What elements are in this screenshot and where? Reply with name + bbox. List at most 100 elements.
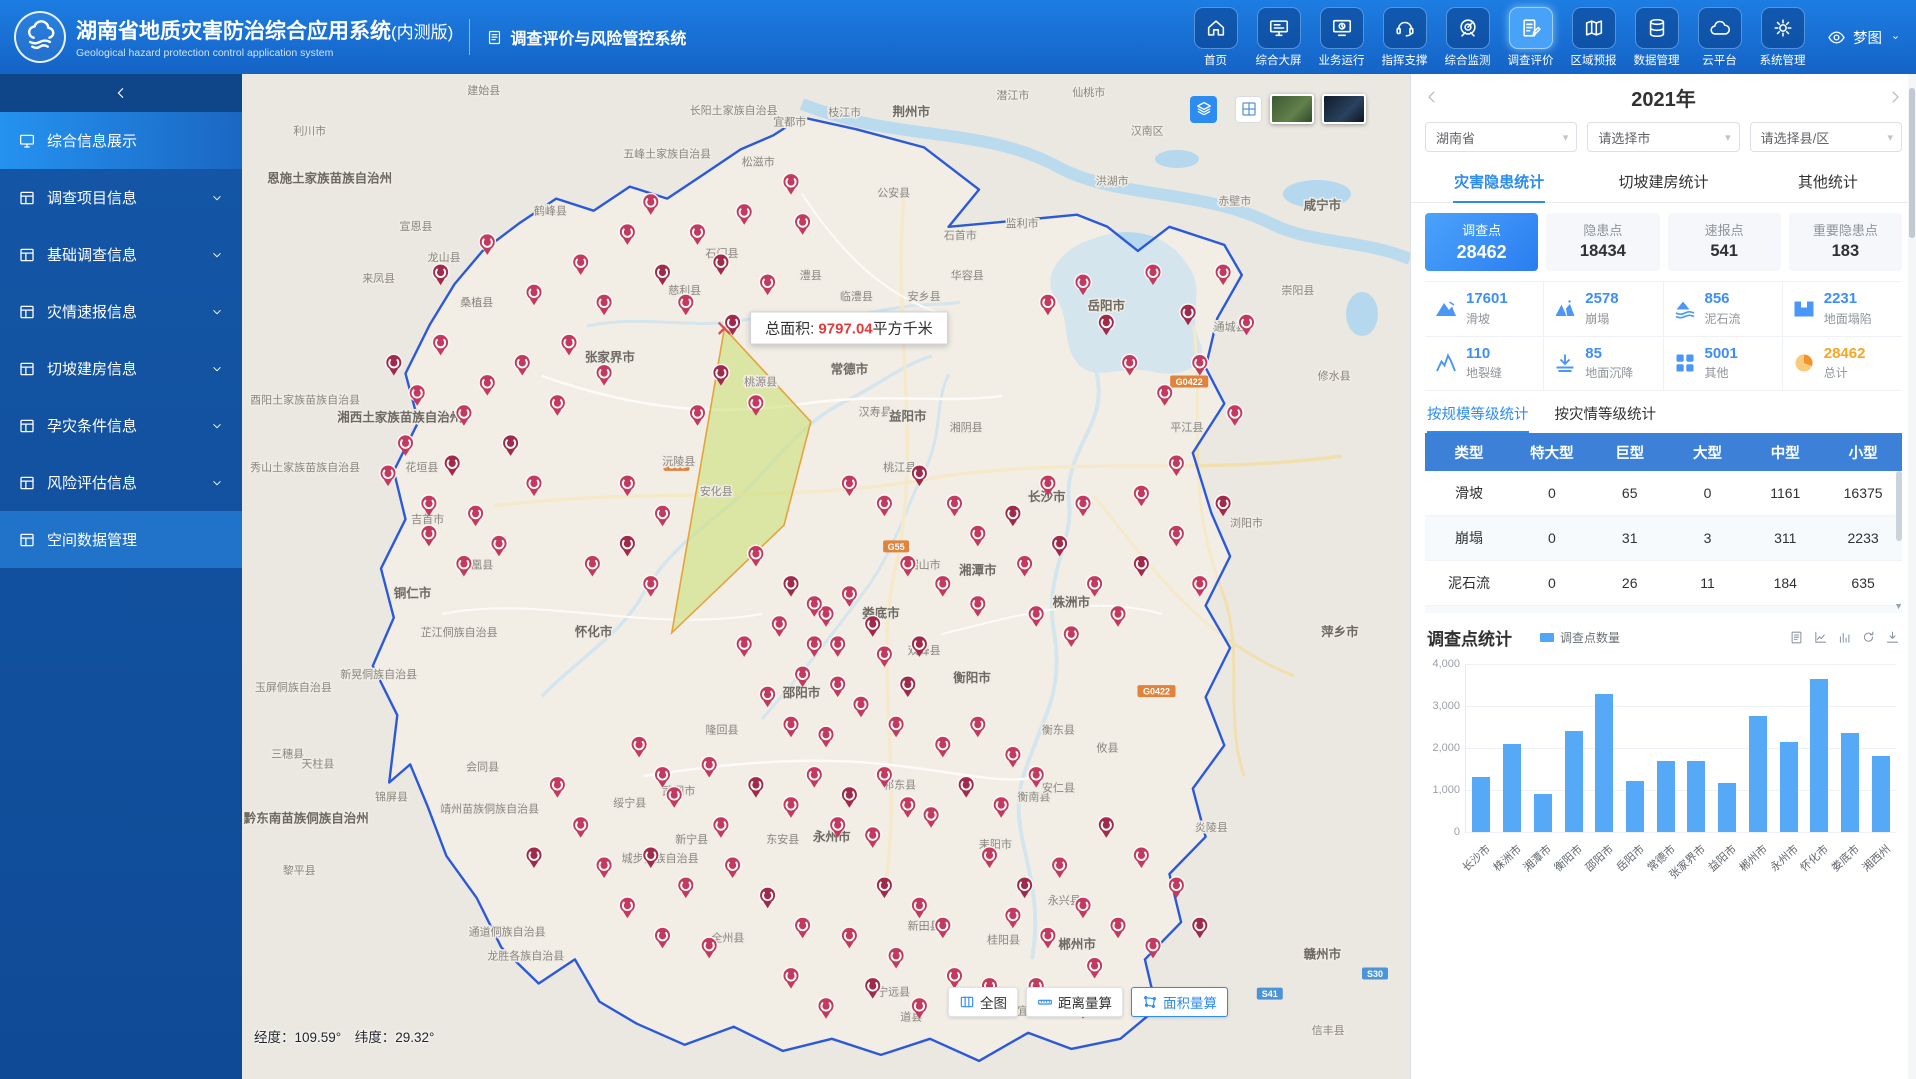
data-view-icon[interactable] — [1789, 630, 1804, 645]
split-view-button[interactable] — [1235, 96, 1262, 123]
type-stat-land-subsidence[interactable]: 85 地面沉降 — [1544, 337, 1663, 391]
collapse-icon — [1553, 297, 1577, 321]
measure-tool-distance[interactable]: 距离量算 — [1026, 987, 1123, 1017]
bar[interactable] — [1657, 761, 1675, 832]
nav-label: 综合监测 — [1439, 52, 1496, 68]
table-row[interactable]: 泥石流02611184635 — [1425, 561, 1902, 606]
legend-label: 调查点数量 — [1560, 629, 1620, 646]
download-icon[interactable] — [1885, 630, 1900, 645]
measure-tool-area[interactable]: 面积量算 — [1131, 987, 1228, 1017]
bar[interactable] — [1565, 731, 1583, 832]
type-stat-debris-flow[interactable]: 856 泥石流 — [1664, 282, 1783, 337]
nav-item-system[interactable]: 系统管理 — [1754, 7, 1811, 68]
basemap-dark-thumbnail[interactable] — [1322, 94, 1366, 124]
map-label: 信丰县 — [1312, 1024, 1345, 1037]
map-label: 宣恩县 — [400, 219, 433, 233]
bar-chart-icon[interactable] — [1837, 630, 1852, 645]
sidebar-item-overview[interactable]: 综合信息展示 — [0, 112, 242, 169]
y-tick: 1,000 — [1432, 784, 1460, 796]
type-stat-ground-fissure[interactable]: 110 地裂缝 — [1425, 337, 1544, 391]
nav-button-survey — [1509, 7, 1553, 49]
tab-hazard-stats[interactable]: 灾害隐患统计 — [1417, 162, 1581, 202]
nav-item-operation[interactable]: 业务运行 — [1313, 7, 1370, 68]
nav-item-cloud[interactable]: 云平台 — [1691, 7, 1748, 68]
bar[interactable] — [1810, 679, 1828, 832]
bar[interactable] — [1472, 777, 1490, 832]
stat-card-quick-report-points[interactable]: 速报点 541 — [1668, 213, 1781, 271]
select-city[interactable]: 请选择市▾ — [1587, 122, 1739, 152]
table-row[interactable]: 崩塌03133112233 — [1425, 516, 1902, 561]
user-menu[interactable]: 梦图 — [1827, 27, 1902, 48]
refresh-icon[interactable] — [1861, 630, 1876, 645]
nav-item-home[interactable]: 首页 — [1187, 7, 1244, 68]
sub-tab-by-scale[interactable]: 按规模等级统计 — [1427, 403, 1529, 433]
bar[interactable] — [1718, 783, 1736, 832]
sidebar-item-basic-survey[interactable]: 基础调查信息 — [0, 226, 242, 283]
stat-card-hidden-points[interactable]: 隐患点 18434 — [1546, 213, 1659, 271]
bar[interactable] — [1595, 694, 1613, 832]
sidebar-item-slope-housing[interactable]: 切坡建房信息 — [0, 340, 242, 397]
nav-item-command[interactable]: 指挥支撑 — [1376, 7, 1433, 68]
tab-other-stats[interactable]: 其他统计 — [1746, 162, 1910, 202]
road-badge: G55 — [883, 540, 909, 552]
map-label: 浏阳市 — [1230, 515, 1263, 529]
nav-item-forecast[interactable]: 区域预报 — [1565, 7, 1622, 68]
map-area[interactable]: G55 G56 G0422 G0422 S41 S30利川市恩施土家族苗族自治州… — [242, 74, 1410, 1079]
type-stat-total[interactable]: 28462 总计 — [1783, 337, 1902, 391]
year-prev-button[interactable] — [1423, 88, 1441, 106]
nav-item-bigscreen[interactable]: 综合大屏 — [1250, 7, 1307, 68]
map-label: 花垣县 — [405, 461, 438, 474]
bar[interactable] — [1872, 756, 1890, 832]
bar[interactable] — [1534, 794, 1552, 832]
map-label: 湘潭市 — [959, 563, 997, 578]
measure-tool-fullmap[interactable]: 全图 — [948, 987, 1018, 1017]
sidebar-item-project-info[interactable]: 调查项目信息 — [0, 169, 242, 226]
type-stat-label: 地裂缝 — [1466, 364, 1502, 381]
nav-item-survey[interactable]: 调查评价 — [1502, 7, 1559, 68]
table-row[interactable]: 地面塌陷07593951752 — [1425, 606, 1902, 614]
type-stat-ground-collapse[interactable]: 2231 地面塌陷 — [1783, 282, 1902, 337]
sidebar-item-disaster-report[interactable]: 灾情速报信息 — [0, 283, 242, 340]
sidebar-item-hazard-condition[interactable]: 孕灾条件信息 — [0, 397, 242, 454]
table-row[interactable]: 滑坡0650116116375 — [1425, 471, 1902, 516]
map-label: 攸县 — [1097, 740, 1119, 754]
panel-scrollbar-thumb[interactable] — [1909, 88, 1915, 238]
sidebar-collapse-button[interactable] — [0, 74, 242, 112]
bar[interactable] — [1503, 744, 1521, 832]
nav-item-monitoring[interactable]: 综合监测 — [1439, 7, 1496, 68]
select-county[interactable]: 请选择县/区▾ — [1750, 122, 1902, 152]
stat-card-important-hidden-points[interactable]: 重要隐患点 183 — [1789, 213, 1902, 271]
nav-item-data[interactable]: 数据管理 — [1628, 7, 1685, 68]
stat-card-survey-points[interactable]: 调查点 28462 — [1425, 213, 1538, 271]
sidebar-item-risk-assessment[interactable]: 风险评估信息 — [0, 454, 242, 511]
map-canvas[interactable]: G55 G56 G0422 G0422 S41 S30利川市恩施土家族苗族自治州… — [242, 74, 1410, 1079]
map-label: 桃源县 — [744, 375, 777, 389]
year-next-button[interactable] — [1886, 88, 1904, 106]
type-stat-other[interactable]: 5001 其他 — [1664, 337, 1783, 391]
app-logo — [14, 11, 66, 63]
bar[interactable] — [1626, 781, 1644, 832]
chevdown-icon — [210, 419, 224, 433]
line-chart-icon[interactable] — [1813, 630, 1828, 645]
bar[interactable] — [1780, 742, 1798, 832]
table-scrollbar[interactable] — [1896, 471, 1902, 541]
svg-text:S30: S30 — [1367, 969, 1383, 979]
map-label: 监利市 — [1006, 216, 1039, 230]
sub-tab-by-severity[interactable]: 按灾情等级统计 — [1555, 403, 1657, 433]
table-scroll-down-arrow[interactable]: ▼ — [1894, 601, 1902, 611]
ground-fissure-icon — [1434, 351, 1458, 375]
layers-button[interactable] — [1190, 96, 1217, 123]
panel-scrollbar[interactable] — [1908, 74, 1916, 1079]
select-province[interactable]: 湖南省▾ — [1425, 122, 1577, 152]
map-label: 新宁县 — [675, 832, 708, 846]
basemap-satellite-thumbnail[interactable] — [1270, 94, 1314, 124]
scale-stats-table-wrap: 类型特大型巨型大型中型小型 滑坡0650116116375崩塌031331122… — [1425, 433, 1902, 613]
tab-slope-housing-stats[interactable]: 切坡建房统计 — [1581, 162, 1745, 202]
table-cell: 395 — [1746, 606, 1824, 614]
bar[interactable] — [1749, 716, 1767, 832]
type-stat-collapse[interactable]: 2578 崩塌 — [1544, 282, 1663, 337]
bar[interactable] — [1687, 761, 1705, 832]
type-stat-landslide[interactable]: 17601 滑坡 — [1425, 282, 1544, 337]
sidebar-item-spatial-data[interactable]: 空间数据管理 — [0, 511, 242, 568]
bar[interactable] — [1841, 733, 1859, 832]
